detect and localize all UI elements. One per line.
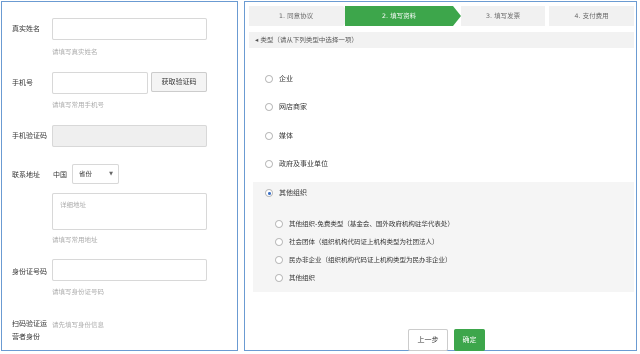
sub-option-social[interactable]: 社会团体（组织机构代码证上机构类型为社团法人）	[275, 236, 439, 246]
radio-icon	[265, 132, 273, 140]
scan-verify-label-line2: 营者身份	[12, 333, 40, 341]
country-text: 中国	[53, 171, 67, 179]
id-number-hint: 请填写身份证号码	[52, 288, 104, 296]
real-name-label: 真实姓名	[12, 25, 40, 33]
get-code-button[interactable]: 获取验证码	[151, 72, 207, 92]
phone-hint: 请填写常用手机号	[52, 101, 104, 109]
radio-icon	[275, 274, 283, 282]
address-detail-input[interactable]: 详细地址	[52, 193, 207, 230]
applicant-info-panel: 真实姓名 请填写真实姓名 手机号 获取验证码 请填写常用手机号 手机验证码 联系…	[1, 1, 238, 351]
real-name-hint: 请填写真实姓名	[52, 48, 98, 56]
real-name-input[interactable]	[52, 18, 207, 40]
type-option-label: 企业	[279, 75, 293, 83]
id-number-input[interactable]	[52, 259, 207, 281]
type-option-label: 政府及事业单位	[279, 160, 328, 168]
step-arrow-active	[453, 6, 461, 26]
progress-stepper: 1. 同意协议 2. 填写资料 3. 填写发票 4. 支付费用	[249, 6, 634, 26]
radio-icon	[265, 75, 273, 83]
type-option-other[interactable]: 其他组织	[265, 188, 307, 198]
sub-option-other[interactable]: 其他组织	[275, 272, 315, 282]
radio-icon	[275, 238, 283, 246]
step-agree: 1. 同意协议	[249, 6, 343, 26]
radio-icon	[265, 160, 273, 168]
sub-option-label: 社会团体（组织机构代码证上机构类型为社团法人）	[289, 238, 439, 246]
sub-option-free[interactable]: 其他组织-免费类型（基金会、国外政府机构驻华代表处）	[275, 218, 454, 228]
address-hint: 请填写常用地址	[52, 236, 98, 244]
radio-checked-icon	[265, 189, 273, 197]
sub-option-private-nonprofit[interactable]: 民办非企业（组织机构代码证上机构类型为民办非企业）	[275, 254, 452, 264]
sms-code-label: 手机验证码	[12, 132, 47, 140]
chevron-down-icon: ▼	[109, 171, 113, 177]
type-option-government[interactable]: 政府及事业单位	[265, 159, 328, 169]
type-option-media[interactable]: 媒体	[265, 131, 293, 141]
scan-verify-hint: 请先填写身份信息	[52, 321, 104, 329]
province-select-value: 省份	[79, 170, 92, 178]
step-invoice: 3. 填写发票	[461, 6, 545, 26]
id-number-label: 身份证号码	[12, 268, 47, 276]
radio-icon	[275, 256, 283, 264]
address-label: 联系地址	[12, 171, 40, 179]
radio-icon	[275, 220, 283, 228]
confirm-button[interactable]: 确定	[454, 329, 485, 351]
sms-code-input[interactable]	[52, 125, 207, 147]
sub-option-label: 民办非企业（组织机构代码证上机构类型为民办非企业）	[289, 256, 452, 264]
registration-panel: 1. 同意协议 2. 填写资料 3. 填写发票 4. 支付费用 ◂ 类型（请从下…	[244, 1, 637, 351]
phone-label: 手机号	[12, 79, 33, 87]
step-fill-info: 2. 填写资料	[345, 6, 453, 26]
scan-verify-label-line1: 扫码验证运	[12, 320, 47, 328]
type-option-label: 媒体	[279, 132, 293, 140]
type-option-label: 网店商家	[279, 103, 307, 111]
type-option-enterprise[interactable]: 企业	[265, 74, 293, 84]
sub-option-label: 其他组织-免费类型（基金会、国外政府机构驻华代表处）	[289, 220, 454, 228]
type-option-shop[interactable]: 网店商家	[265, 102, 307, 112]
type-section-header: ◂ 类型（请从下列类型中选择一项）	[249, 32, 634, 48]
prev-button[interactable]: 上一步	[408, 329, 448, 351]
type-section-title: 类型（请从下列类型中选择一项）	[260, 36, 358, 44]
sub-option-label: 其他组织	[289, 274, 315, 282]
phone-input[interactable]	[52, 72, 148, 94]
province-select[interactable]: 省份 ▼	[72, 164, 119, 184]
type-option-label: 其他组织	[279, 189, 307, 197]
radio-icon	[265, 103, 273, 111]
step-payment: 4. 支付费用	[549, 6, 634, 26]
